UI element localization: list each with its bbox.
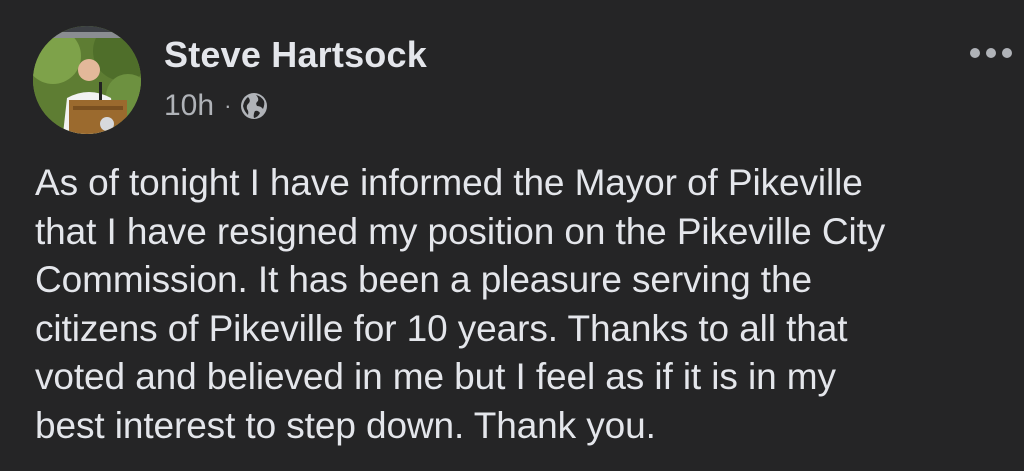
- meta-separator: ·: [224, 93, 232, 118]
- post-text-line: best interest to step down. Thank you.: [35, 404, 656, 446]
- avatar[interactable]: [33, 26, 141, 134]
- post-text-line: voted and believed in me but I feel as i…: [35, 356, 836, 397]
- facebook-post: Steve Hartsock 10h · As of tonight I hav…: [0, 0, 1024, 471]
- post-text-line: As of tonight I have informed the Mayor …: [35, 162, 863, 203]
- more-options-button[interactable]: [966, 38, 1016, 68]
- avatar-photo: [33, 26, 141, 134]
- post-text-line: citizens of Pikeville for 10 years. Than…: [35, 307, 848, 349]
- post-timestamp[interactable]: 10h: [164, 89, 214, 123]
- post-text-line: that I have resigned my position on the …: [35, 210, 886, 252]
- more-options-icon: [970, 48, 1012, 58]
- post-text-line: Commission. It has been a pleasure servi…: [35, 259, 812, 300]
- globe-icon[interactable]: [239, 91, 269, 121]
- post-body: As of tonight I have informed the Mayor …: [35, 159, 1010, 450]
- post-meta: 10h ·: [164, 88, 269, 124]
- author-name[interactable]: Steve Hartsock: [164, 34, 427, 76]
